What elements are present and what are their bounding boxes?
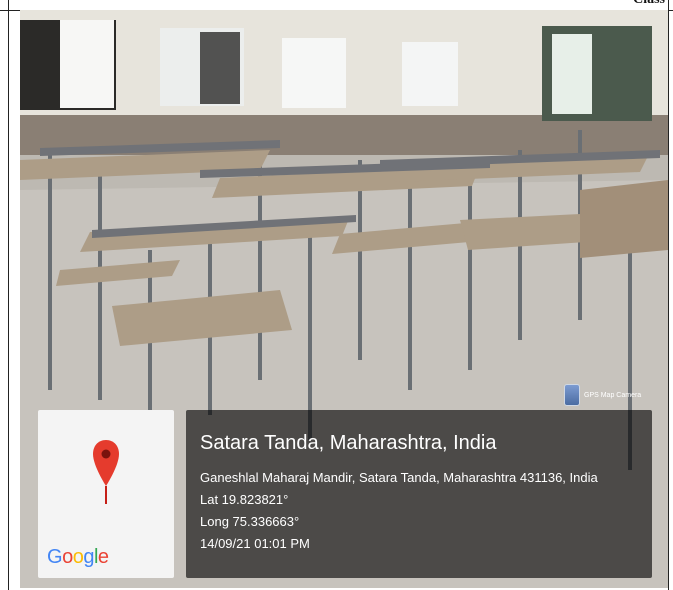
location-longitude: Long 75.336663° xyxy=(200,514,300,529)
location-latitude: Lat 19.823821° xyxy=(200,492,289,507)
location-address: Ganeshlal Maharaj Mandir, Satara Tanda, … xyxy=(200,470,598,485)
header-label: Class xyxy=(633,0,665,8)
gps-map-camera-icon xyxy=(564,384,580,406)
google-logo: Google xyxy=(47,546,109,568)
capture-datetime: 14/09/21 01:01 PM xyxy=(200,536,310,551)
location-info-card: Satara Tanda, Maharashtra, India Ganeshl… xyxy=(186,410,652,578)
map-thumbnail: Google xyxy=(38,410,174,578)
frame-left-border xyxy=(8,0,9,590)
frame-right-border xyxy=(668,0,669,590)
gps-map-camera-badge: GPS Map Camera xyxy=(564,384,641,406)
map-pin-icon xyxy=(93,440,119,504)
location-title: Satara Tanda, Maharashtra, India xyxy=(200,432,497,454)
gps-map-camera-label: GPS Map Camera xyxy=(584,391,642,399)
